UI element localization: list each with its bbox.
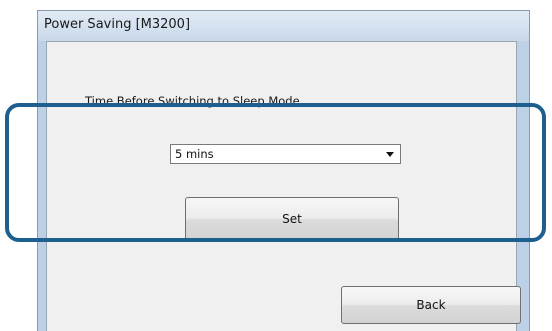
dropdown-arrow-icon[interactable] <box>386 152 394 157</box>
sleep-time-select[interactable]: 5 mins <box>170 144 401 164</box>
dialog-content: Time Before Switching to Sleep Mode 5 mi… <box>46 41 521 331</box>
sleep-time-label: Time Before Switching to Sleep Mode <box>85 94 300 108</box>
window-title: Power Saving [M3200] <box>44 17 191 32</box>
sleep-time-selected-value: 5 mins <box>175 147 214 161</box>
power-saving-window: Power Saving [M3200] Time Before Switchi… <box>37 10 530 331</box>
title-bar: Power Saving [M3200] <box>38 11 529 41</box>
back-button[interactable]: Back <box>341 286 521 324</box>
set-button[interactable]: Set <box>185 197 399 241</box>
